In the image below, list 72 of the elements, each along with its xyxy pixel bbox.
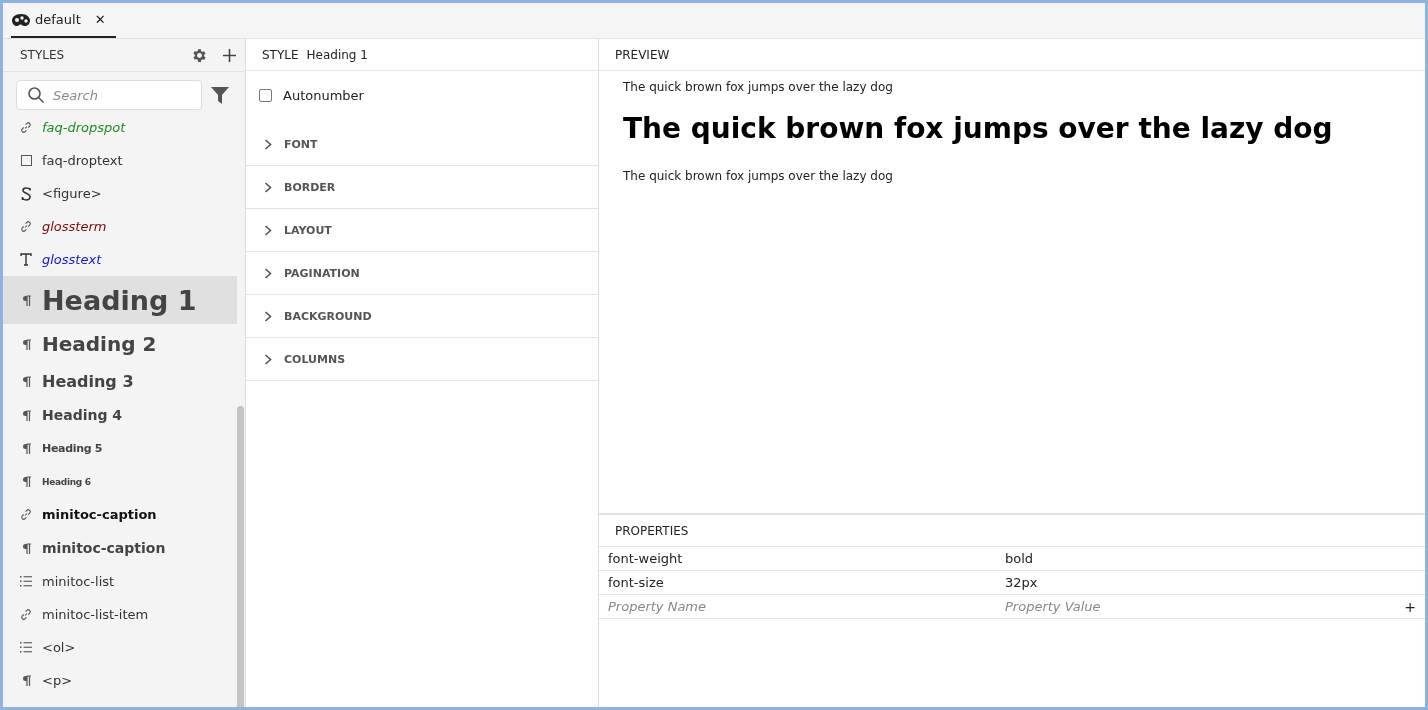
pilcrow-icon: [21, 375, 31, 387]
style-item[interactable]: glossterm: [3, 210, 237, 243]
style-item[interactable]: <p>: [3, 664, 237, 697]
list-icon: [20, 642, 32, 653]
style-item[interactable]: <ol>: [3, 631, 237, 664]
chevron-icon: [264, 267, 272, 279]
style-item[interactable]: minitoc-caption: [3, 498, 237, 531]
style-item[interactable]: Heading 2: [3, 324, 237, 364]
pilcrow-icon: [21, 476, 31, 487]
panel-title: STYLE: [262, 47, 299, 62]
style-item[interactable]: <figure>: [3, 177, 237, 210]
add-property-button[interactable]: +: [1404, 598, 1416, 615]
panel-title: PROPERTIES: [615, 523, 689, 538]
add-icon[interactable]: [222, 47, 237, 63]
style-item[interactable]: minitoc-list-item: [3, 598, 237, 631]
style-item[interactable]: Heading 3: [3, 364, 237, 398]
pilcrow-icon: [21, 338, 31, 350]
pilcrow-icon: [21, 294, 31, 306]
chevron-icon: [264, 310, 272, 322]
property-name[interactable]: font-weight: [608, 551, 1005, 566]
checkbox[interactable]: [259, 89, 272, 102]
link-icon: [20, 508, 32, 521]
section-header[interactable]: COLUMNS: [246, 338, 598, 381]
palette-icon: [11, 12, 31, 27]
settings-icon[interactable]: [191, 46, 208, 64]
section-header[interactable]: PAGINATION: [246, 252, 598, 295]
section-header[interactable]: BORDER: [246, 166, 598, 209]
serif-s-icon: [20, 186, 32, 201]
pilcrow-icon: [21, 443, 31, 454]
preview-text: The quick brown fox jumps over the lazy dog: [623, 112, 1334, 145]
style-item[interactable]: faq-dropspot: [3, 111, 237, 144]
style-item[interactable]: Heading 6: [3, 465, 237, 498]
style-item[interactable]: minitoc-list: [3, 565, 237, 598]
search-icon: [27, 86, 45, 104]
style-item[interactable]: glosstext: [3, 243, 237, 276]
link-icon: [20, 220, 32, 233]
checkbox-label: Autonumber: [283, 88, 364, 103]
chevron-icon: [264, 181, 272, 193]
link-icon: [20, 121, 32, 134]
section-header[interactable]: FONT: [246, 123, 598, 166]
chevron-icon: [264, 353, 272, 365]
square-icon: [20, 155, 32, 166]
pilcrow-icon: [21, 409, 31, 421]
property-name[interactable]: font-size: [608, 575, 1005, 590]
property-value-field[interactable]: Property Value: [1005, 599, 1402, 614]
pilcrow-icon: [21, 542, 31, 554]
serif-t-icon: [20, 253, 32, 266]
search-field[interactable]: Search: [16, 80, 202, 110]
property-value[interactable]: bold: [1005, 551, 1402, 566]
filter-icon[interactable]: [211, 86, 229, 104]
panel-title: STYLES: [20, 48, 66, 62]
style-item[interactable]: Heading 5: [3, 432, 237, 465]
section-header[interactable]: BACKGROUND: [246, 295, 598, 338]
chevron-icon: [264, 138, 272, 150]
list-icon: [20, 576, 32, 587]
preview-text: The quick brown fox jumps over the lazy dog: [623, 80, 894, 96]
close-icon[interactable]: ✕: [94, 12, 106, 27]
style-item[interactable]: minitoc-caption: [3, 531, 237, 565]
pilcrow-icon: [21, 675, 31, 686]
property-name-field[interactable]: Property Name: [608, 599, 1005, 614]
style-item[interactable]: Heading 4: [3, 398, 237, 432]
panel-title: PREVIEW: [615, 47, 670, 62]
preview-text: The quick brown fox jumps over the lazy dog: [623, 169, 894, 185]
tab-label: default: [35, 12, 81, 27]
style-item[interactable]: Heading 1: [3, 276, 237, 324]
scrollbar[interactable]: [237, 406, 244, 707]
section-header[interactable]: LAYOUT: [246, 209, 598, 252]
property-value[interactable]: 32px: [1005, 575, 1402, 590]
style-name: Heading 1: [306, 47, 368, 62]
chevron-icon: [264, 224, 272, 236]
style-item[interactable]: faq-droptext: [3, 144, 237, 177]
link-icon: [20, 608, 32, 621]
